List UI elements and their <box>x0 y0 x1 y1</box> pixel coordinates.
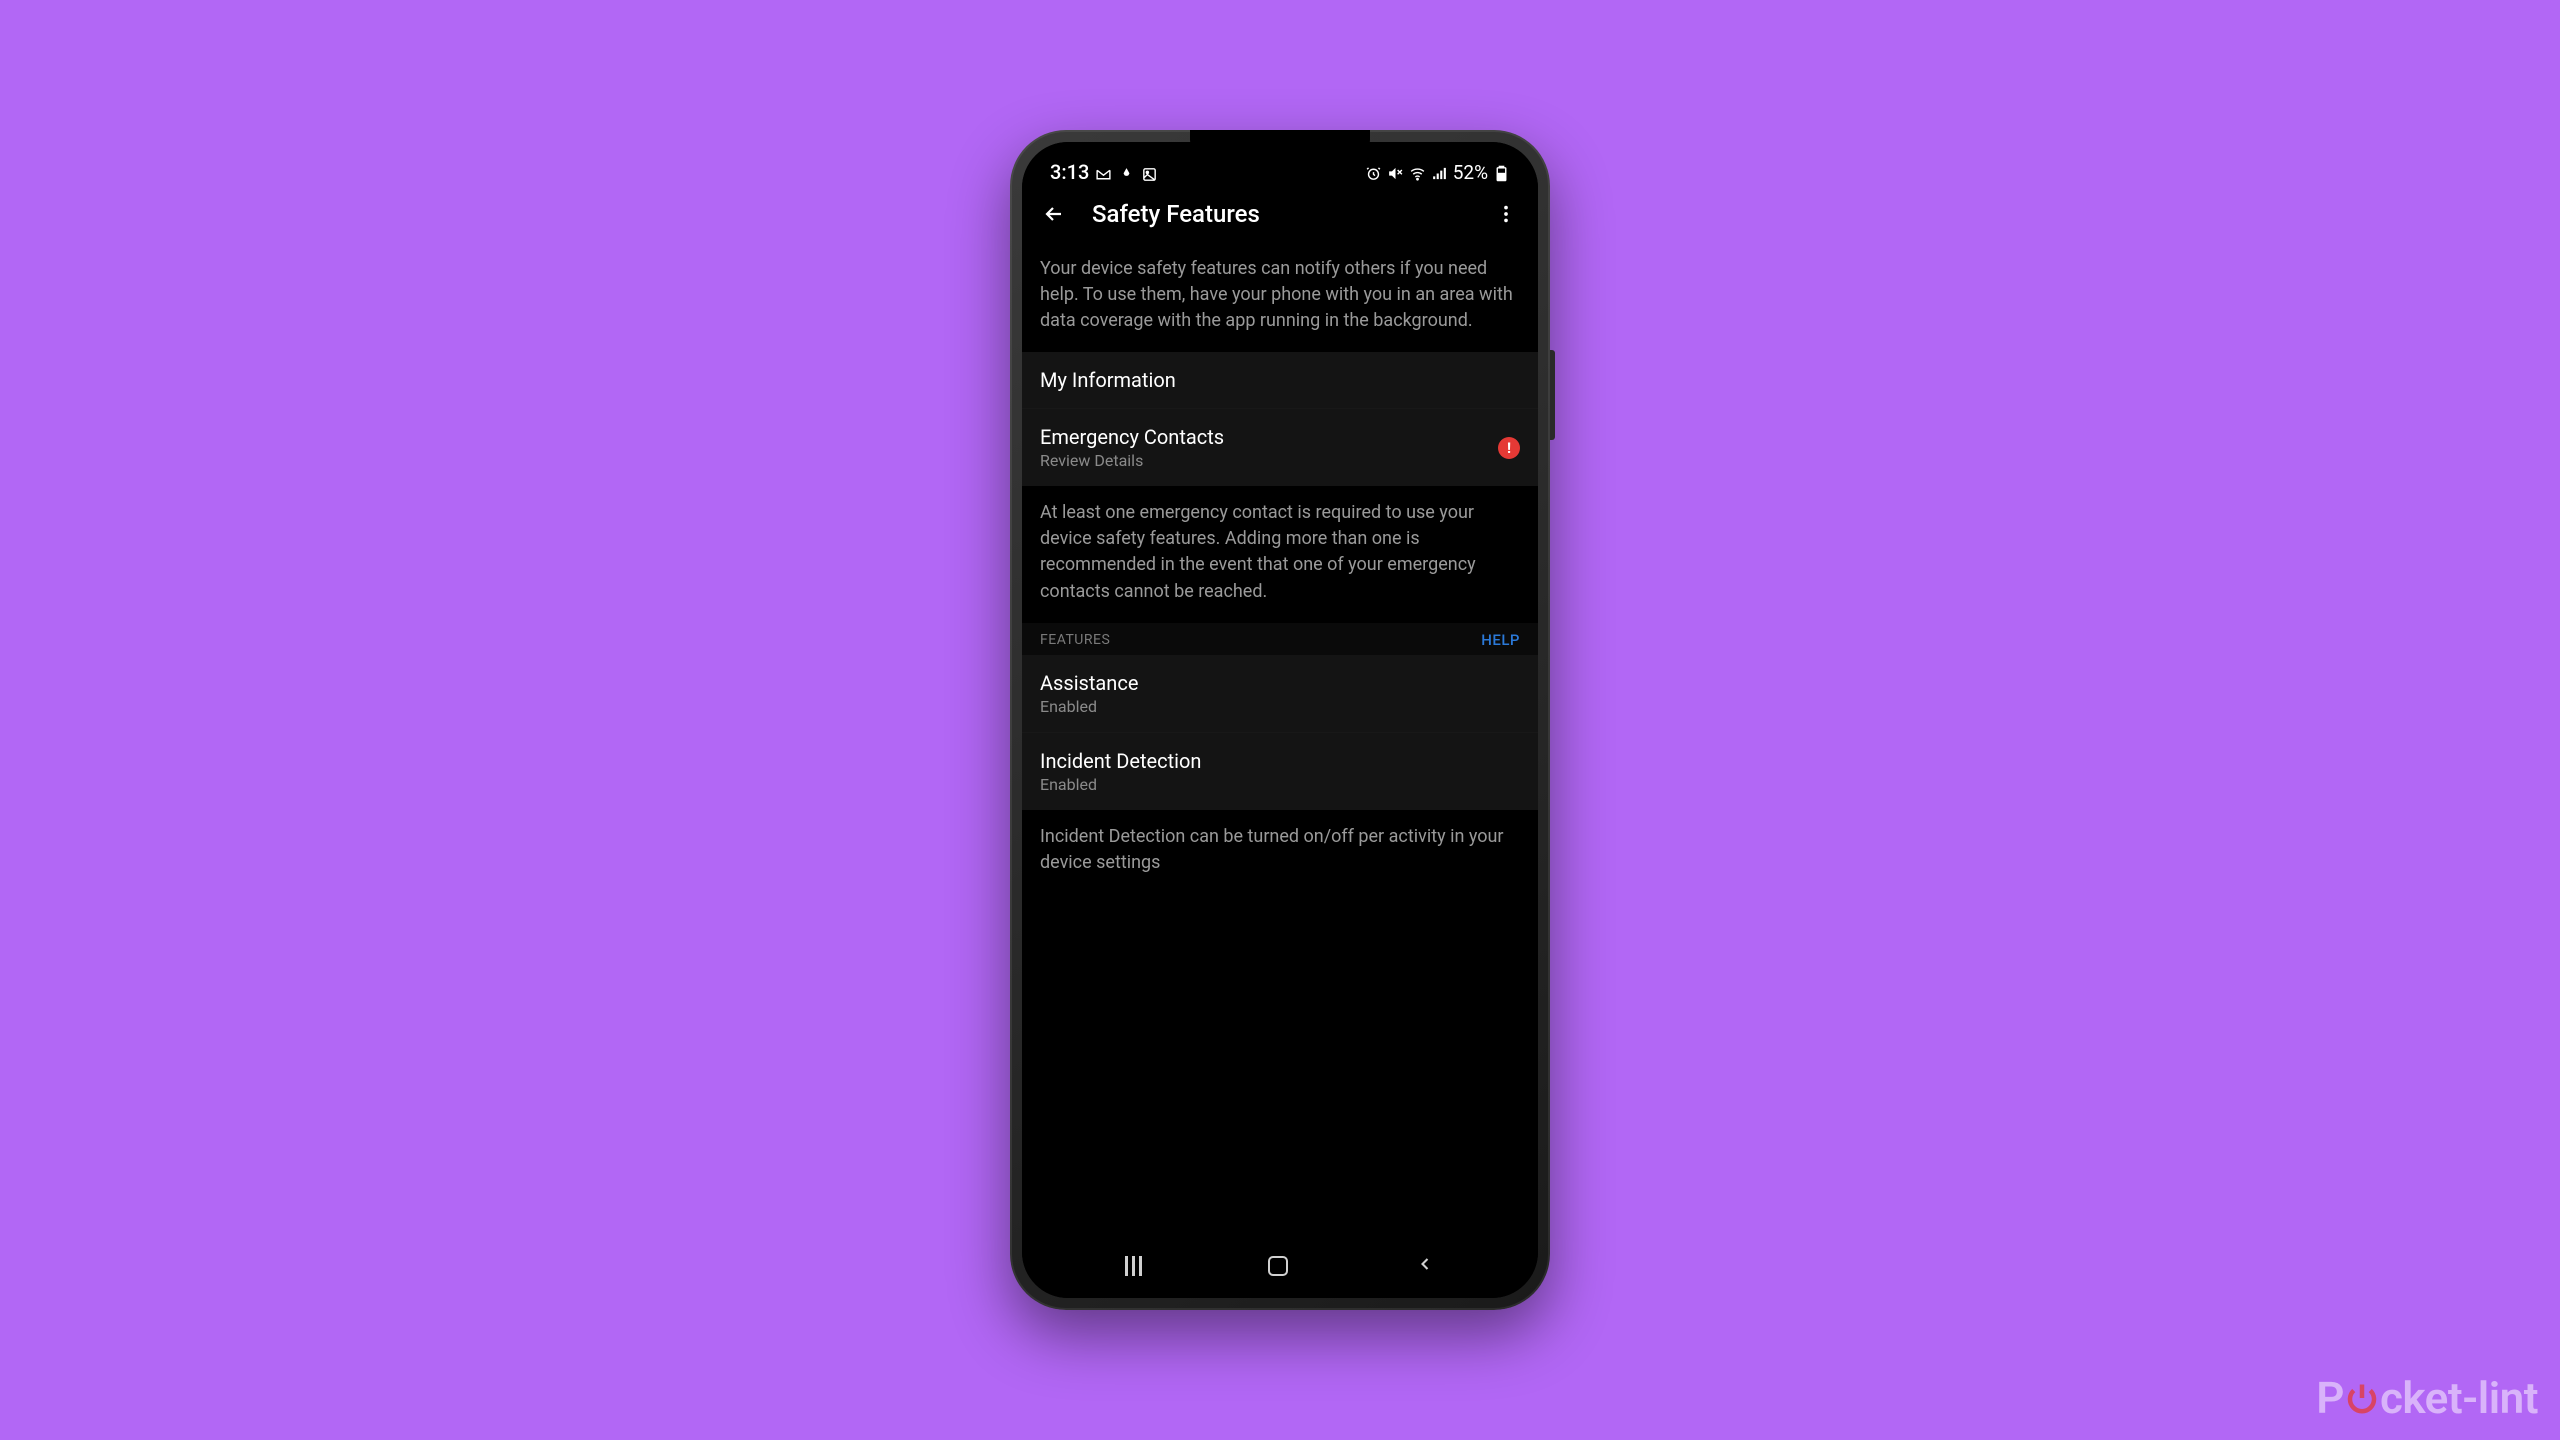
gmail-icon <box>1095 164 1112 181</box>
notch <box>1190 130 1370 158</box>
assistance-row[interactable]: Assistance Enabled <box>1022 655 1538 732</box>
incident-description: Incident Detection can be turned on/off … <box>1022 810 1538 894</box>
battery-icon <box>1493 164 1510 181</box>
power-icon <box>2344 1380 2380 1416</box>
incident-detection-title: Incident Detection <box>1040 749 1520 773</box>
status-time: 3:13 <box>1050 160 1089 184</box>
incident-detection-status: Enabled <box>1040 775 1520 794</box>
alert-mark: ! <box>1507 439 1511 457</box>
nav-back-button[interactable] <box>1415 1253 1435 1279</box>
emergency-contacts-subtitle: Review Details <box>1040 451 1224 470</box>
screen: 3:13 <box>1022 142 1538 1298</box>
nav-bar <box>1022 1240 1538 1298</box>
alert-icon: ! <box>1498 437 1520 459</box>
wifi-icon <box>1409 164 1426 181</box>
image-icon <box>1141 164 1158 181</box>
status-right: 52% <box>1365 161 1510 184</box>
content-area: Your device safety features can notify o… <box>1022 242 1538 1240</box>
emergency-contacts-row[interactable]: Emergency Contacts Review Details ! <box>1022 408 1538 486</box>
rain-icon <box>1118 164 1135 181</box>
features-label: FEATURES <box>1040 632 1110 648</box>
app-bar: Safety Features <box>1022 186 1538 242</box>
help-link[interactable]: HELP <box>1481 631 1520 649</box>
alarm-icon <box>1365 164 1382 181</box>
more-button[interactable] <box>1488 196 1524 232</box>
my-information-row[interactable]: My Information <box>1022 352 1538 408</box>
more-vert-icon <box>1495 203 1517 225</box>
page-title: Safety Features <box>1092 200 1488 228</box>
emergency-description: At least one emergency contact is requir… <box>1022 486 1538 622</box>
emergency-contacts-title: Emergency Contacts <box>1040 425 1224 449</box>
phone-frame: 3:13 <box>1010 130 1550 1310</box>
watermark: P cket-lint <box>2316 1372 2538 1424</box>
battery-percent: 52% <box>1453 161 1488 184</box>
watermark-post: cket-lint <box>2380 1372 2538 1424</box>
chevron-left-icon <box>1415 1253 1435 1275</box>
home-button[interactable] <box>1268 1256 1288 1276</box>
incident-detection-row[interactable]: Incident Detection Enabled <box>1022 732 1538 810</box>
features-section-header: FEATURES HELP <box>1022 623 1538 655</box>
assistance-status: Enabled <box>1040 697 1520 716</box>
mute-icon <box>1387 164 1404 181</box>
assistance-title: Assistance <box>1040 671 1520 695</box>
recents-button[interactable] <box>1125 1256 1142 1276</box>
intro-text: Your device safety features can notify o… <box>1022 242 1538 352</box>
back-button[interactable] <box>1036 196 1072 232</box>
signal-icon <box>1431 164 1448 181</box>
status-left: 3:13 <box>1050 160 1158 184</box>
arrow-left-icon <box>1042 202 1066 226</box>
watermark-pre: P <box>2316 1372 2344 1424</box>
my-information-title: My Information <box>1040 368 1520 392</box>
